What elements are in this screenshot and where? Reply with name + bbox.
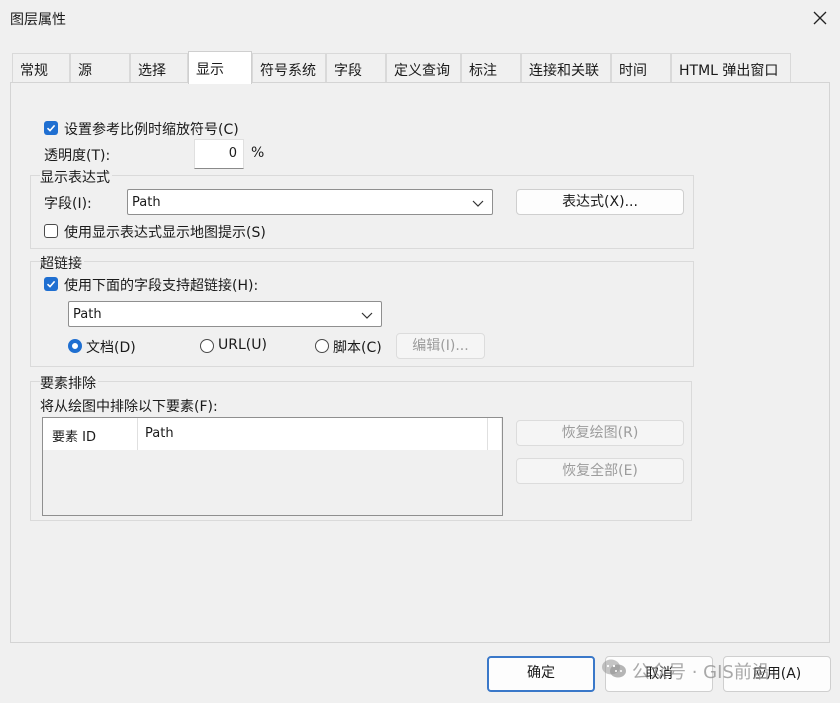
tab-fields[interactable]: 字段 xyxy=(326,53,386,83)
expression-field-label: 字段(I): xyxy=(44,196,92,212)
dialog-footer: 确定 取消 应用(A) 公众号 · GIS前沿 xyxy=(0,644,840,703)
restore-all-button[interactable]: 恢复全部(E) xyxy=(516,458,684,484)
transparency-unit: % xyxy=(251,145,265,161)
exclusion-list-label: 将从绘图中排除以下要素(F): xyxy=(40,399,218,415)
dialog-title: 图层属性 xyxy=(10,12,66,28)
maptips-checkbox[interactable] xyxy=(44,224,58,238)
radio-document[interactable] xyxy=(68,339,82,353)
tab-labels[interactable]: 标注 xyxy=(461,53,521,83)
hyperlink-support-checkbox[interactable] xyxy=(44,277,58,291)
restore-drawing-button[interactable]: 恢复绘图(R) xyxy=(516,420,684,446)
radio-url[interactable] xyxy=(200,339,214,353)
scale-symbols-checkbox[interactable] xyxy=(44,121,58,135)
tab-joins-relates[interactable]: 连接和关联 xyxy=(521,53,611,83)
tab-general[interactable]: 常规 xyxy=(12,53,70,83)
chevron-down-icon xyxy=(361,312,373,319)
tab-html-popup[interactable]: HTML 弹出窗口 xyxy=(671,53,791,83)
hyperlink-field-dropdown[interactable]: Path xyxy=(68,301,382,327)
feature-exclusion-title: 要素排除 xyxy=(40,373,98,393)
tab-source[interactable]: 源 xyxy=(70,53,130,83)
expression-field-value: Path xyxy=(132,195,161,210)
transparency-input[interactable]: 0 xyxy=(194,139,244,169)
expression-field-dropdown[interactable]: Path xyxy=(127,189,493,215)
expression-button[interactable]: 表达式(X)... xyxy=(516,189,684,215)
ok-button[interactable]: 确定 xyxy=(487,656,595,692)
tab-selection[interactable]: 选择 xyxy=(130,53,188,83)
radio-script-label: 脚本(C) xyxy=(333,340,382,356)
layer-properties-dialog: 图层属性 常规 源 选择 显示 符号系统 字段 定义查询 标注 连接和关联 时间… xyxy=(0,0,840,703)
edit-script-button[interactable]: 编辑(I)... xyxy=(396,333,485,359)
list-header: 要素 ID Path xyxy=(43,418,501,450)
tab-display[interactable]: 显示 xyxy=(188,51,252,84)
wechat-icon xyxy=(601,658,627,680)
tab-definition-query[interactable]: 定义查询 xyxy=(386,53,461,83)
radio-url-label: URL(U) xyxy=(218,337,267,353)
transparency-label: 透明度(T): xyxy=(44,148,111,164)
chevron-down-icon xyxy=(472,200,484,207)
display-expression-title: 显示表达式 xyxy=(40,167,112,187)
watermark-text: 公众号 · GIS前沿 xyxy=(632,662,770,683)
column-divider[interactable] xyxy=(137,418,138,450)
scale-symbols-label: 设置参考比例时缩放符号(C) xyxy=(64,122,239,138)
transparency-value: 0 xyxy=(228,146,237,161)
column-divider[interactable] xyxy=(487,418,488,450)
excluded-features-list[interactable]: 要素 ID Path xyxy=(42,417,503,516)
close-icon[interactable] xyxy=(812,10,828,26)
radio-document-label: 文档(D) xyxy=(86,340,136,356)
hyperlink-support-label: 使用下面的字段支持超链接(H): xyxy=(64,278,259,294)
hyperlink-field-value: Path xyxy=(73,307,102,322)
tab-symbology[interactable]: 符号系统 xyxy=(252,53,326,83)
maptips-label: 使用显示表达式显示地图提示(S) xyxy=(64,225,266,241)
column-header-path[interactable]: Path xyxy=(145,426,174,441)
hyperlink-title: 超链接 xyxy=(40,253,84,273)
column-header-feature-id[interactable]: 要素 ID xyxy=(52,426,96,445)
tab-time[interactable]: 时间 xyxy=(611,53,671,83)
radio-script[interactable] xyxy=(315,339,329,353)
display-tab-panel: 设置参考比例时缩放符号(C) 透明度(T): 0 % 显示表达式 字段(I): … xyxy=(10,82,830,643)
